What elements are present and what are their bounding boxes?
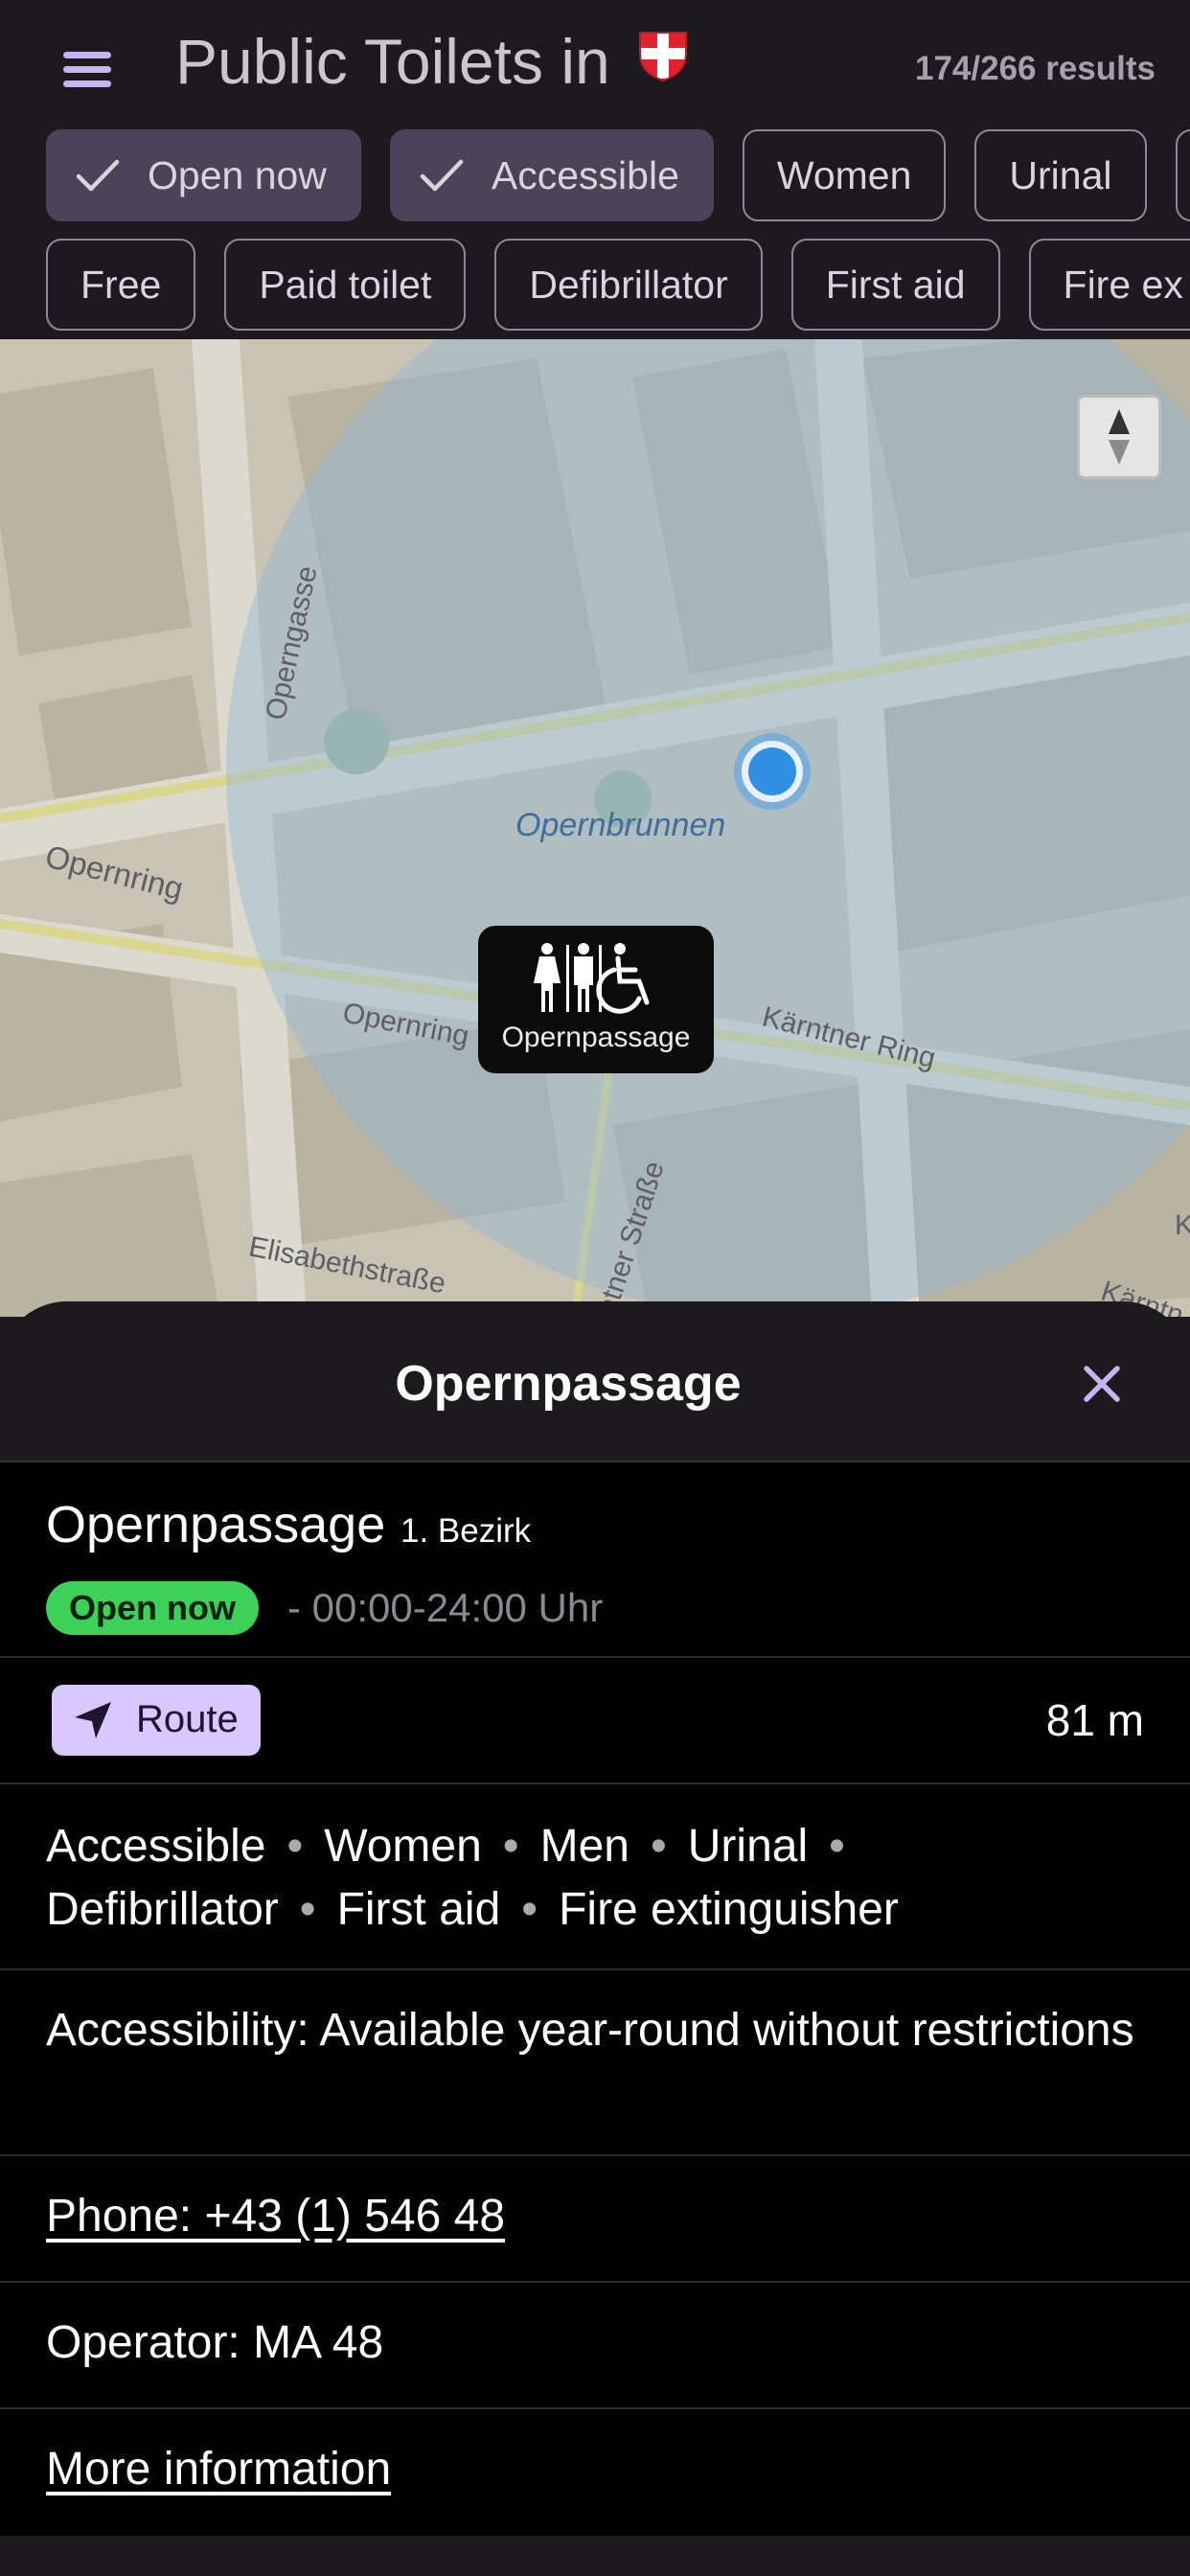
results-count: 174/266 results [914, 50, 1156, 87]
sheet-header: Opernpassage [0, 1301, 1190, 1462]
distance-value: 81 m [1045, 1695, 1144, 1745]
filter-chip-urinal[interactable]: Urinal [974, 129, 1147, 221]
feature-separator: • [502, 1821, 519, 1872]
filter-chip-label: Women [776, 152, 912, 197]
filter-chip-label: First aid [825, 262, 966, 307]
close-icon[interactable] [1079, 1361, 1125, 1407]
status-badge: Open now [46, 1581, 259, 1635]
filter-chip-label: Urinal [1009, 152, 1112, 197]
feature-separator: • [650, 1821, 667, 1872]
route-button[interactable]: Route [52, 1685, 261, 1756]
page-title: Public Toilets in [175, 26, 610, 97]
operator-row: Operator: MA 48 [0, 2283, 1190, 2409]
filter-chip-label: Open now [148, 152, 327, 197]
map-view[interactable]: Operngasse Opernring Opernring Opernbrun… [0, 339, 1190, 1317]
filter-chip-first-aid[interactable]: First aid [790, 239, 1000, 331]
compass-icon[interactable] [1077, 395, 1161, 479]
feature-item: Accessible [46, 1821, 266, 1872]
opening-hours: - 00:00-24:00 Uhr [287, 1585, 604, 1630]
filter-row-2: Free Paid toilet Defibrillator First aid… [46, 239, 1190, 331]
filter-chip-label: Free [80, 262, 162, 307]
filter-chip-open-now[interactable]: Open now [46, 129, 361, 221]
filter-chip-paid-toilet[interactable]: Paid toilet [224, 239, 467, 331]
details-bottom-sheet: Opernpassage Opernpassage 1. Bezirk Open… [0, 1301, 1190, 2576]
current-location-icon [734, 733, 811, 810]
features-row: Accessible • Women • Men • Urinal • Defibrillato… [0, 1784, 1190, 1970]
navigation-arrow-icon [75, 1702, 111, 1738]
toilet-marker[interactable]: Opernpassage [478, 926, 714, 1073]
poi-label-opernbrunnen: Opernbrunnen [515, 807, 726, 843]
filter-chip-accessible[interactable]: Accessible [389, 129, 714, 221]
features-list: Accessible • Women • Men • Urinal • Defibrillato… [46, 1815, 1148, 1942]
filter-chip-label: Fire ex [1063, 262, 1183, 307]
filter-chip-label: Accessible [491, 152, 679, 197]
operator-info: Operator: MA 48 [46, 2317, 384, 2368]
route-row: Route 81 m [0, 1658, 1190, 1784]
top-app-bar: Public Toilets in 174/266 results Open n… [0, 0, 1190, 339]
feature-item: Defibrillator [46, 1884, 279, 1935]
feature-item: Urinal [687, 1821, 809, 1872]
check-icon [76, 159, 120, 192]
marker-label: Opernpassage [501, 1022, 691, 1053]
feature-separator: • [286, 1821, 304, 1872]
place-name: Opernpassage [46, 1496, 386, 1553]
feature-separator: • [829, 1821, 845, 1872]
menu-icon[interactable] [56, 42, 123, 100]
sheet-title: Opernpassage [395, 1356, 742, 1412]
app-screen: Public Toilets in 174/266 results Open n… [0, 0, 1190, 2576]
filter-chip-fire-extinguisher[interactable]: Fire ex [1028, 239, 1190, 331]
toilet-accessible-icon [534, 943, 650, 1014]
feature-item: Men [539, 1821, 629, 1872]
accessibility-info: Accessibility: Available year-round with… [46, 2005, 1134, 2056]
route-button-label: Route [136, 1698, 239, 1740]
feature-item: First aid [336, 1884, 501, 1935]
feature-separator: • [521, 1884, 538, 1935]
filter-chip-overflow[interactable] [1175, 129, 1190, 221]
filter-chip-defibrillator[interactable]: Defibrillator [494, 239, 763, 331]
vienna-coat-of-arms-icon [639, 32, 687, 82]
feature-separator: • [299, 1884, 316, 1935]
bottom-bar [0, 2536, 1190, 2576]
street-label-k-edge: K [1175, 1209, 1190, 1241]
filter-chip-label: Defibrillator [529, 262, 728, 307]
check-icon [420, 159, 464, 192]
place-summary-row: Opernpassage 1. Bezirk Open now - 00:00-… [0, 1462, 1190, 1658]
phone-row: Phone: +43 (1) 546 48 [0, 2156, 1190, 2283]
phone-link[interactable]: Phone: +43 (1) 546 48 [46, 2185, 1148, 2248]
accessibility-row: Accessibility: Available year-round with… [0, 1970, 1190, 2156]
more-information-link[interactable]: More information [46, 2438, 1148, 2501]
filter-chip-free[interactable]: Free [46, 239, 196, 331]
filter-row-1: Open now Accessible Women Urinal [46, 129, 1190, 221]
filter-chip-women[interactable]: Women [742, 129, 947, 221]
filter-chip-label: Paid toilet [259, 262, 432, 307]
feature-item: Women [324, 1821, 482, 1872]
feature-item: Fire extinguisher [559, 1884, 899, 1935]
district-label: 1. Bezirk [400, 1512, 532, 1550]
more-info-row: More information [0, 2409, 1190, 2536]
